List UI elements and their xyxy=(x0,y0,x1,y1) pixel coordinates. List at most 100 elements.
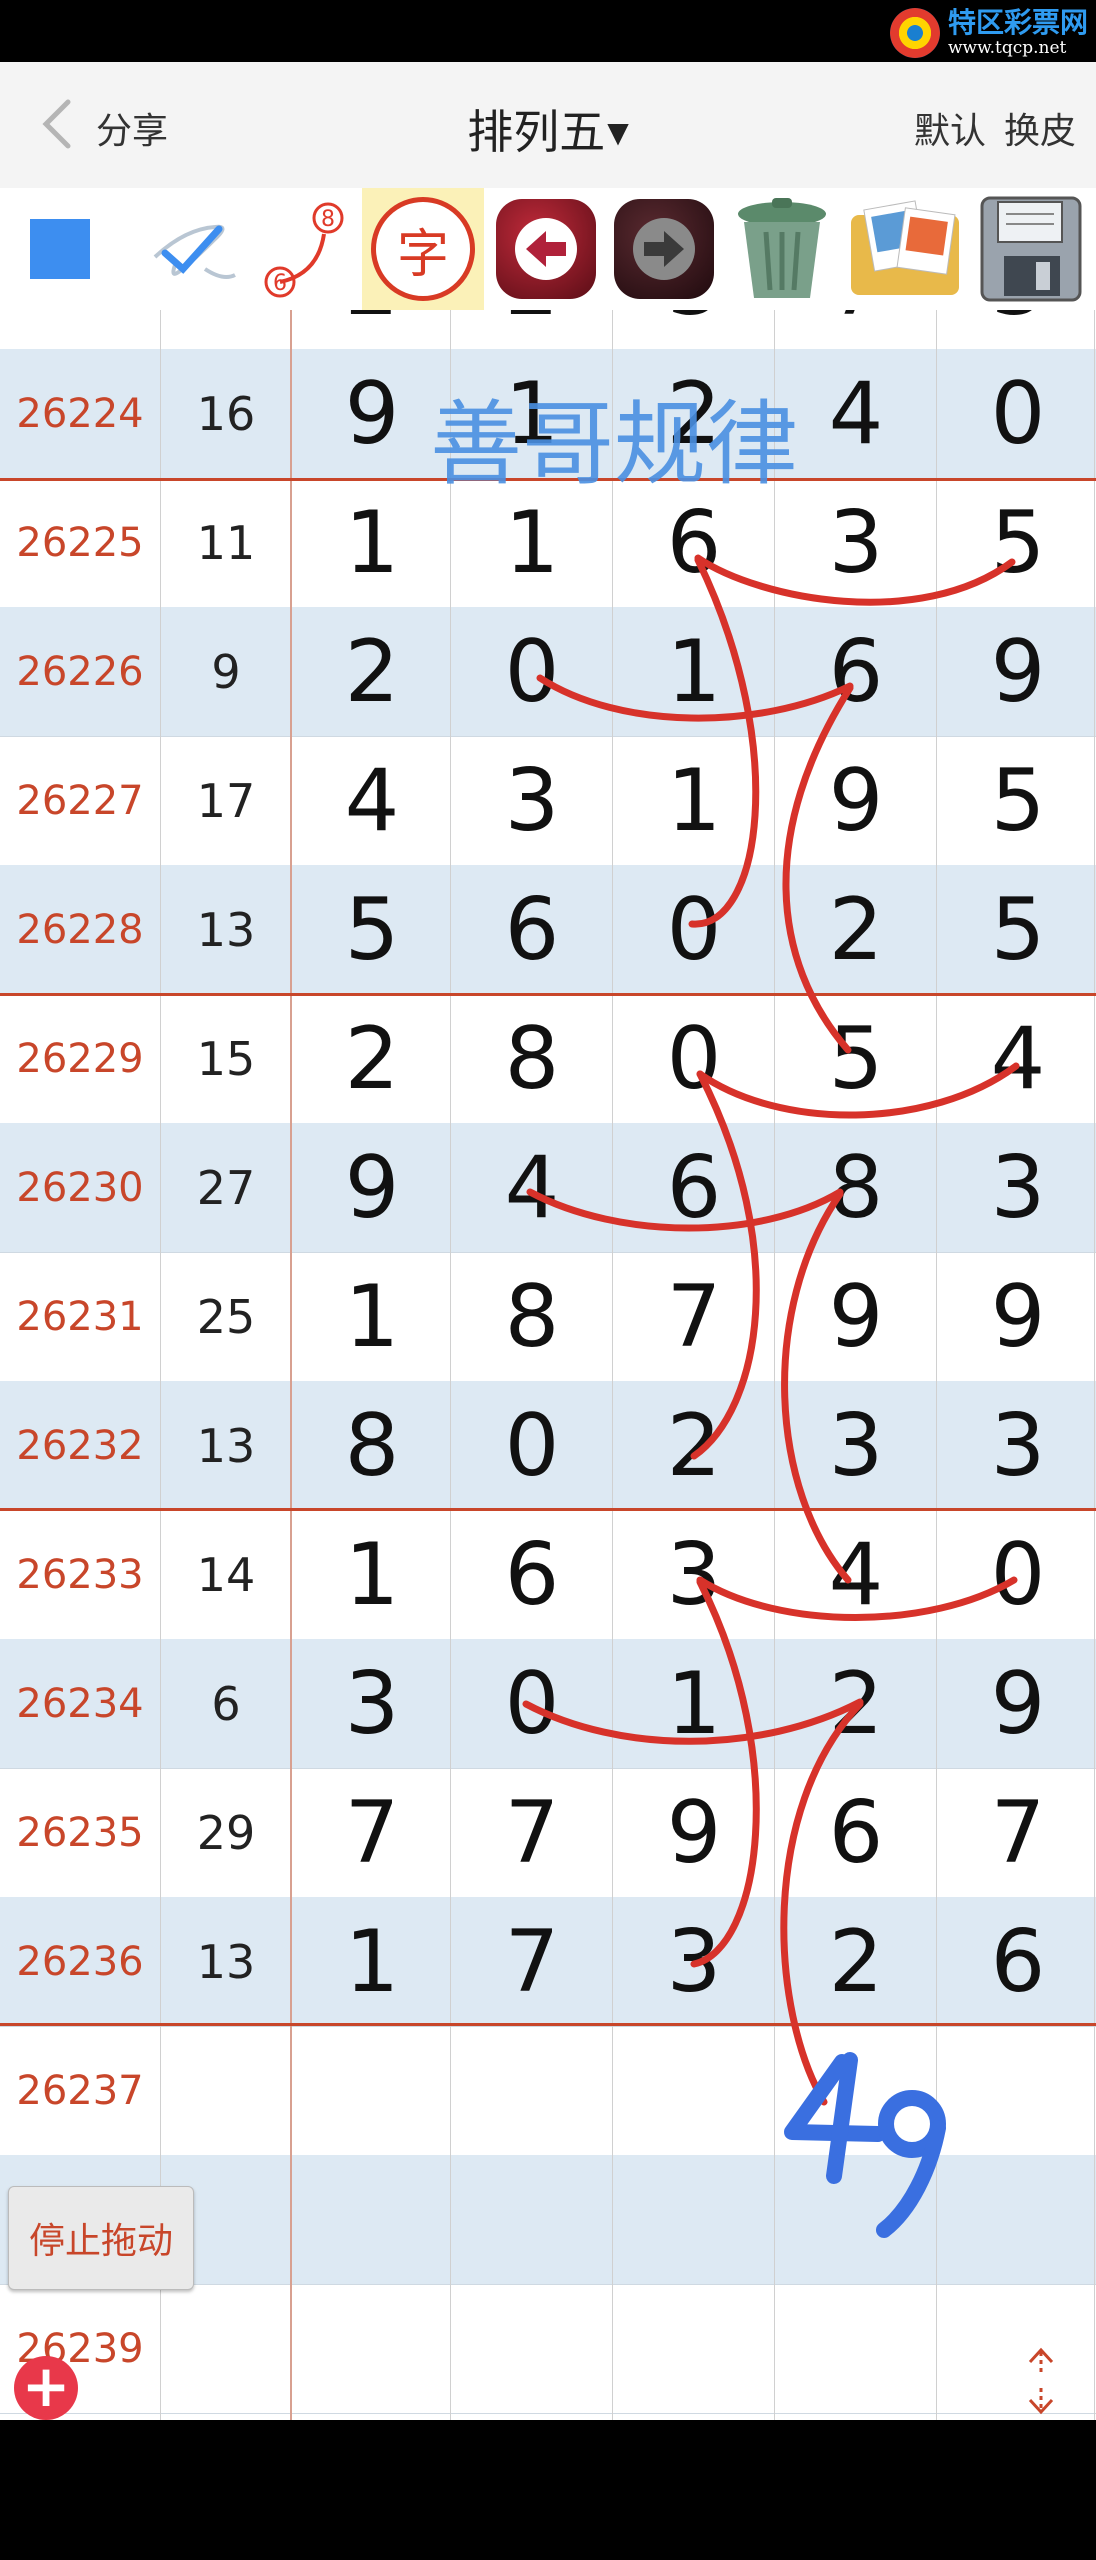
digit-cell[interactable]: 0 xyxy=(938,1510,1096,1639)
digit-cell[interactable]: 0 xyxy=(938,349,1096,478)
digit-cell[interactable]: 6 xyxy=(776,1768,936,1897)
digit-cell[interactable]: 4 xyxy=(776,349,936,478)
digit-cell[interactable]: 3 xyxy=(614,1510,774,1639)
trash-icon[interactable] xyxy=(726,188,838,310)
digit-cell[interactable]: 6 xyxy=(776,607,936,736)
digit-cell[interactable] xyxy=(938,2155,1096,2284)
digit-cell[interactable]: 2 xyxy=(776,865,936,994)
digit-cell[interactable]: 1 xyxy=(452,349,612,478)
digit-cell[interactable]: 5 xyxy=(776,994,936,1123)
undo-icon[interactable] xyxy=(490,188,602,310)
watermark-title: 特区彩票网 xyxy=(947,6,1088,39)
add-row-button[interactable]: + xyxy=(14,2356,78,2420)
digit-cell[interactable]: 0 xyxy=(614,865,774,994)
digit-cell[interactable]: 5 xyxy=(938,865,1096,994)
digit-cell[interactable]: 3 xyxy=(938,1123,1096,1252)
digit-cell[interactable]: 2 xyxy=(776,1897,936,2026)
digit-cell[interactable]: 9 xyxy=(292,1123,452,1252)
digit-cell[interactable]: 7 xyxy=(776,310,936,349)
digit-cell[interactable]: 5 xyxy=(938,478,1096,607)
digit-cell[interactable]: 3 xyxy=(292,1639,452,1768)
digit-cell[interactable]: 4 xyxy=(776,1510,936,1639)
digit-cell[interactable]: 9 xyxy=(938,607,1096,736)
draw-grid[interactable]: 2237326224169124026225111163526226920169… xyxy=(0,310,1096,2420)
digit-cell[interactable]: 2 xyxy=(292,310,452,349)
digit-cell[interactable]: 1 xyxy=(292,1510,452,1639)
save-disk-icon[interactable] xyxy=(972,188,1090,310)
digit-cell[interactable] xyxy=(452,2026,612,2155)
digit-cell[interactable]: 7 xyxy=(452,1768,612,1897)
digit-cell[interactable] xyxy=(292,2155,452,2284)
digit-cell[interactable] xyxy=(452,2284,612,2413)
digit-cell[interactable]: 3 xyxy=(614,310,774,349)
redo-icon[interactable] xyxy=(608,188,720,310)
digit-cell[interactable]: 1 xyxy=(614,1639,774,1768)
digit-cell[interactable]: 1 xyxy=(292,1252,452,1381)
digit-cell[interactable] xyxy=(292,2284,452,2413)
stop-drag-button[interactable]: 停止拖动 xyxy=(8,2186,194,2290)
digit-cell[interactable]: 6 xyxy=(452,865,612,994)
digit-cell[interactable]: 9 xyxy=(938,1252,1096,1381)
digit-cell[interactable]: 9 xyxy=(614,1768,774,1897)
digit-cell[interactable] xyxy=(614,2026,774,2155)
digit-cell[interactable]: 6 xyxy=(614,1123,774,1252)
digit-cell[interactable]: 6 xyxy=(614,478,774,607)
digit-cell[interactable]: 2 xyxy=(776,1639,936,1768)
default-button[interactable]: 默认 xyxy=(914,102,986,154)
digit-cell[interactable]: 2 xyxy=(614,349,774,478)
digit-cell[interactable] xyxy=(938,2026,1096,2155)
digit-cell[interactable]: 2 xyxy=(614,1381,774,1510)
digit-cell[interactable]: 3 xyxy=(776,478,936,607)
digit-cell[interactable] xyxy=(452,2155,612,2284)
digit-cell[interactable]: 4 xyxy=(292,736,452,865)
digit-cell[interactable]: 6 xyxy=(938,1897,1096,2026)
digit-cell[interactable] xyxy=(776,2284,936,2413)
digit-cell[interactable]: 2 xyxy=(452,310,612,349)
digit-cell[interactable]: 8 xyxy=(776,1123,936,1252)
digit-cell[interactable]: 2 xyxy=(292,994,452,1123)
digit-cell[interactable]: 0 xyxy=(614,994,774,1123)
drag-handle-icon[interactable] xyxy=(1016,2346,1066,2416)
digit-cell[interactable]: 3 xyxy=(614,1897,774,2026)
digit-cell[interactable]: 7 xyxy=(452,1897,612,2026)
digit-cell[interactable]: 3 xyxy=(776,1381,936,1510)
digit-cell[interactable] xyxy=(776,2155,936,2284)
digit-cell[interactable]: 7 xyxy=(614,1252,774,1381)
check-pen-icon[interactable] xyxy=(140,188,250,310)
digit-cell[interactable]: 6 xyxy=(452,1510,612,1639)
connect-dots-icon[interactable]: 8 6 xyxy=(256,188,356,310)
digit-cell[interactable]: 9 xyxy=(776,736,936,865)
digit-cell[interactable]: 3 xyxy=(452,736,612,865)
digit-cell[interactable]: 9 xyxy=(292,349,452,478)
digit-cell[interactable]: 0 xyxy=(452,1639,612,1768)
digit-cell[interactable] xyxy=(292,2026,452,2155)
digit-cell[interactable]: 8 xyxy=(292,1381,452,1510)
change-skin-button[interactable]: 换皮 xyxy=(1004,102,1076,154)
digit-cell[interactable]: 1 xyxy=(292,1897,452,2026)
digit-cell[interactable]: 1 xyxy=(292,478,452,607)
digit-cell[interactable]: 1 xyxy=(452,478,612,607)
digit-cell[interactable] xyxy=(776,2026,936,2155)
digit-cell[interactable]: 1 xyxy=(614,607,774,736)
text-tool-icon[interactable]: 字 xyxy=(362,188,484,310)
digit-cell[interactable]: 3 xyxy=(938,310,1096,349)
square-tool-icon[interactable] xyxy=(20,188,100,310)
gallery-icon[interactable] xyxy=(844,188,966,310)
digit-cell[interactable]: 8 xyxy=(452,994,612,1123)
digit-cell[interactable]: 5 xyxy=(292,865,452,994)
digit-cell[interactable]: 8 xyxy=(452,1252,612,1381)
digit-cell[interactable] xyxy=(614,2284,774,2413)
digit-cell[interactable]: 4 xyxy=(938,994,1096,1123)
digit-cell[interactable]: 7 xyxy=(292,1768,452,1897)
digit-cell[interactable]: 4 xyxy=(452,1123,612,1252)
digit-cell[interactable]: 2 xyxy=(292,607,452,736)
digit-cell[interactable]: 0 xyxy=(452,1381,612,1510)
digit-cell[interactable]: 0 xyxy=(452,607,612,736)
digit-cell[interactable]: 7 xyxy=(938,1768,1096,1897)
digit-cell[interactable]: 5 xyxy=(938,736,1096,865)
digit-cell[interactable] xyxy=(614,2155,774,2284)
digit-cell[interactable]: 1 xyxy=(614,736,774,865)
digit-cell[interactable]: 9 xyxy=(776,1252,936,1381)
digit-cell[interactable]: 9 xyxy=(938,1639,1096,1768)
digit-cell[interactable]: 3 xyxy=(938,1381,1096,1510)
